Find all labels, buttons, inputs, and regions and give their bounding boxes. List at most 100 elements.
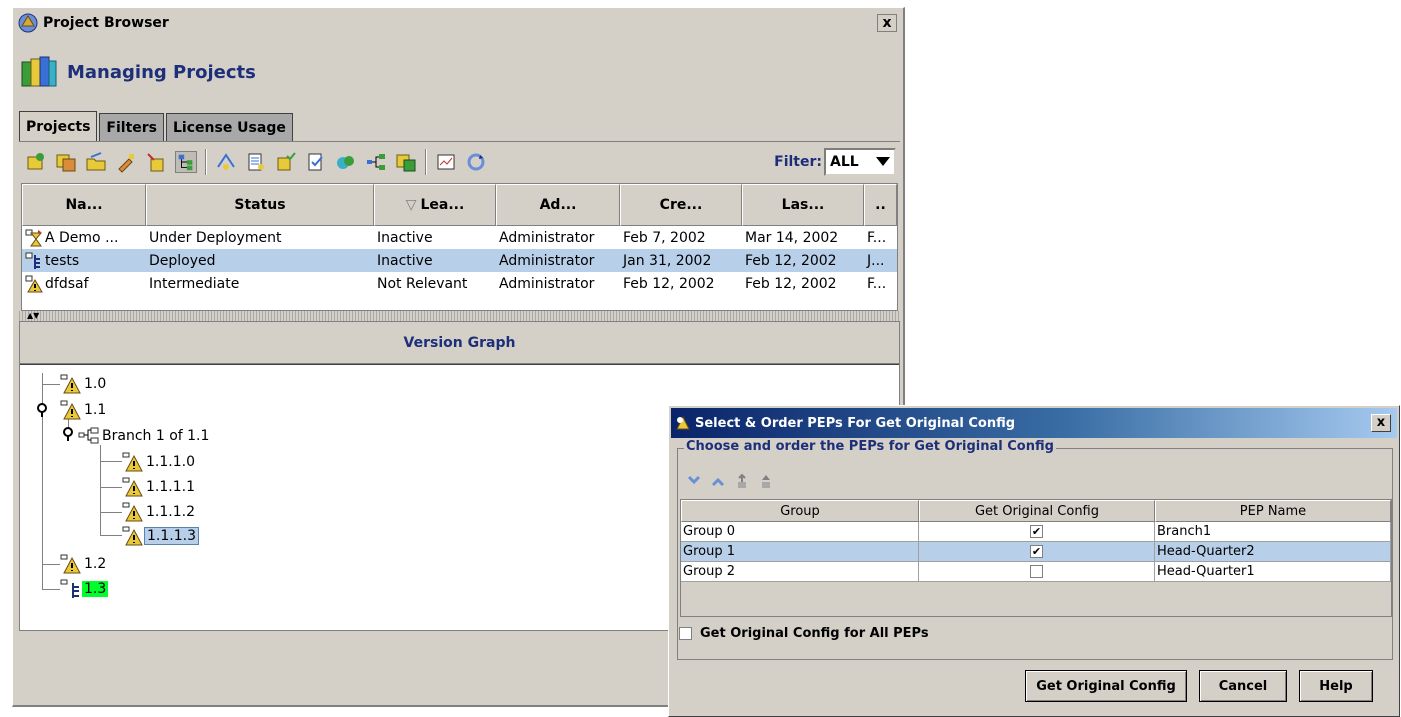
pep-name: Head-Quarter2	[1157, 544, 1255, 559]
move-up-icon[interactable]	[710, 473, 726, 489]
version-label: 1.3	[82, 581, 109, 597]
refresh-icon[interactable]	[465, 151, 487, 173]
version-node[interactable]: 1.1.1.0	[122, 451, 197, 473]
help-button[interactable]: Help	[1299, 670, 1373, 702]
column-more[interactable]: ..	[864, 184, 897, 226]
version-node[interactable]: 1.2	[60, 553, 108, 575]
open-project-icon[interactable]	[85, 151, 107, 173]
move-down-icon[interactable]	[686, 473, 702, 489]
version-node[interactable]: 1.1	[60, 399, 108, 421]
filter-value: ALL	[830, 154, 859, 170]
column-created[interactable]: Cre...	[620, 184, 742, 226]
title-bar[interactable]: Project Browser x	[13, 8, 903, 38]
get-config-checkbox[interactable]: ✔	[1030, 525, 1043, 538]
tree-icon	[25, 252, 40, 269]
tab-license-usage[interactable]: License Usage	[166, 113, 293, 141]
tab-projects[interactable]: Projects	[19, 111, 98, 142]
peps-table: Group Get Original Config PEP Name Group…	[680, 499, 1392, 617]
filter-select[interactable]: ALL	[824, 148, 896, 176]
branch-label: Branch 1 of 1.1	[102, 428, 210, 444]
report-icon[interactable]	[245, 151, 267, 173]
get-original-config-button[interactable]: Get Original Config	[1025, 670, 1187, 702]
pin-icon[interactable]	[36, 403, 48, 417]
branch-node[interactable]: Branch 1 of 1.1	[78, 425, 211, 447]
column-label: Cre...	[659, 197, 703, 213]
project-last: Feb 12, 2002	[745, 275, 837, 292]
project-admin: Administrator	[499, 229, 595, 246]
warning-icon	[122, 477, 143, 497]
warning-icon	[60, 554, 81, 574]
table-row[interactable]: Group 2 Head-Quarter1	[681, 562, 1391, 582]
warning-icon	[60, 374, 81, 394]
version-node[interactable]: 1.1.1.2	[122, 501, 197, 523]
projects-table: Na... Status ▽ Lea... Ad... Cre... Las...…	[21, 183, 898, 311]
dialog-close-button[interactable]: x	[1371, 414, 1391, 432]
move-to-bottom-icon[interactable]	[758, 473, 774, 489]
toolbar-separator	[425, 148, 427, 175]
close-button[interactable]: x	[877, 14, 897, 32]
table-row[interactable]: Group 0 ✔ Branch1	[681, 522, 1391, 542]
tree-line	[42, 589, 60, 590]
column-pep-name[interactable]: PEP Name	[1155, 500, 1391, 522]
version-node-current[interactable]: 1.3	[60, 578, 109, 600]
project-created: Jan 31, 2002	[623, 252, 712, 269]
column-get-original-config[interactable]: Get Original Config	[919, 500, 1155, 522]
dialog-title-bar[interactable]: Select & Order PEPs For Get Original Con…	[671, 408, 1397, 438]
project-created: Feb 7, 2002	[623, 229, 706, 246]
new-project-icon[interactable]	[25, 151, 47, 173]
button-label: Cancel	[1218, 678, 1268, 694]
warning-icon	[122, 452, 143, 472]
all-peps-label: Get Original Config for All PEPs	[700, 626, 929, 641]
version-node-selected[interactable]: 1.1.1.3	[122, 525, 199, 547]
version-node[interactable]: 1.1.1.1	[122, 476, 197, 498]
column-name[interactable]: Na...	[22, 184, 146, 226]
table-row[interactable]: A Demo ... Under Deployment Inactive Adm…	[22, 226, 897, 249]
project-admin: Administrator	[499, 275, 595, 292]
column-group[interactable]: Group	[681, 500, 919, 522]
project-extra: F...	[867, 229, 887, 246]
compare-icon[interactable]	[335, 151, 357, 173]
pin-icon[interactable]	[62, 427, 74, 441]
deploy-icon[interactable]	[215, 151, 237, 173]
column-label: Las...	[781, 197, 825, 213]
tree-line	[100, 487, 122, 488]
split-arrows-icon[interactable]: ▲▼	[27, 312, 39, 320]
table-row[interactable]: Group 1 ✔ Head-Quarter2	[681, 542, 1391, 562]
column-label: ..	[875, 197, 886, 213]
pep-name: Head-Quarter1	[1157, 564, 1255, 579]
cancel-button[interactable]: Cancel	[1199, 670, 1287, 702]
column-admin[interactable]: Ad...	[496, 184, 620, 226]
tab-label: Filters	[106, 119, 157, 136]
project-lease: Not Relevant	[377, 275, 468, 292]
table-header: Group Get Original Config PEP Name	[681, 500, 1391, 522]
version-node[interactable]: 1.0	[60, 373, 108, 395]
copy-project-icon[interactable]	[55, 151, 77, 173]
all-peps-checkbox[interactable]	[679, 627, 692, 640]
table-row[interactable]: tests Deployed Inactive Administrator Ja…	[22, 249, 897, 272]
import-project-icon[interactable]	[145, 151, 167, 173]
pep-name: Branch1	[1157, 524, 1212, 539]
sort-descending-icon: ▽	[405, 197, 417, 213]
column-last[interactable]: Las...	[742, 184, 864, 226]
split-pane-divider[interactable]	[19, 311, 900, 321]
branch-icon[interactable]	[365, 151, 387, 173]
group-label: Choose and order the PEPs for Get Origin…	[684, 439, 1056, 454]
tree-view-icon[interactable]	[175, 150, 197, 173]
project-name: A Demo ...	[45, 229, 119, 246]
column-status[interactable]: Status	[146, 184, 374, 226]
table-row[interactable]: dfdsaf Intermediate Not Relevant Adminis…	[22, 272, 897, 295]
schedule-icon[interactable]	[435, 151, 457, 173]
tree-line	[100, 461, 122, 462]
all-peps-option[interactable]: Get Original Config for All PEPs	[679, 626, 929, 641]
column-label: Get Original Config	[974, 503, 1099, 519]
tab-filters[interactable]: Filters	[99, 113, 164, 141]
edit-project-icon[interactable]	[115, 151, 137, 173]
column-lease[interactable]: ▽ Lea...	[374, 184, 496, 226]
move-to-top-icon[interactable]	[734, 473, 750, 489]
merge-icon[interactable]	[395, 151, 417, 173]
get-config-checkbox[interactable]	[1030, 565, 1043, 578]
approve-icon[interactable]	[275, 151, 297, 173]
tree-line	[100, 535, 122, 536]
validate-icon[interactable]	[305, 151, 327, 173]
get-config-checkbox[interactable]: ✔	[1030, 545, 1043, 558]
